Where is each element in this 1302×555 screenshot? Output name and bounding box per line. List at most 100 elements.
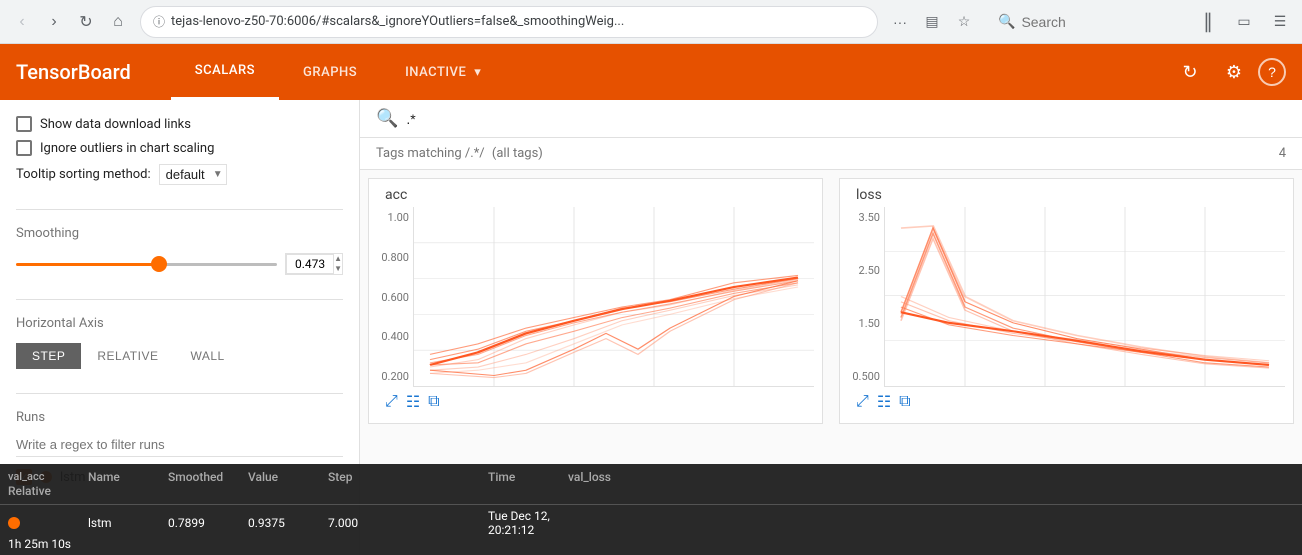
divider-1 [16,209,343,210]
tooltip-header: val_acc Name Smoothed Value Step Time va… [360,464,1302,505]
tag-filter-input[interactable] [406,111,1286,127]
chart-loss: loss 3.50 2.50 1.50 0.500 [839,178,1294,424]
chart-acc: acc 1.00 0.800 0.600 0.400 0.200 [368,178,823,424]
smoothing-up-button[interactable]: ▲ [334,254,342,264]
tags-matching-label: Tags matching /.*/ [376,146,485,161]
smoothing-section: Smoothing 0.473 ▲ ▼ [16,226,343,275]
chart-loss-expand-icon[interactable]: ⤢ [856,391,869,411]
chart-loss-plot[interactable] [884,207,1285,387]
y-loss-label-3: 0.500 [852,370,880,383]
split-view-icon[interactable]: ▭ [1230,8,1258,36]
chart-acc-svg [414,207,814,386]
refresh-button[interactable]: ↻ [1170,52,1210,92]
tensorboard-header: TensorBoard SCALARS GRAPHS INACTIVE ▾ ↻ … [0,44,1302,100]
tooltip-sorting-row: Tooltip sorting method: default ▼ [16,164,343,185]
smoothing-value-container: 0.473 ▲ ▼ [285,253,343,275]
nav-inactive-arrow: ▾ [474,65,481,80]
tooltip-overlay: val_acc Name Smoothed Value Step Time va… [360,464,1302,555]
show-download-checkbox-row[interactable]: Show data download links [16,116,343,132]
y-label-2: 0.600 [381,291,409,304]
nav-graphs[interactable]: GRAPHS [279,44,381,100]
search-icon: 🔍 [998,14,1015,30]
tooltip-select[interactable]: default [159,164,227,185]
ignore-outliers-checkbox-row[interactable]: Ignore outliers in chart scaling [16,140,343,156]
help-button[interactable]: ? [1258,58,1286,86]
chart-acc-zoom-icon[interactable]: ⧉ [428,391,439,411]
show-download-label: Show data download links [40,117,191,132]
axis-wall-button[interactable]: WALL [174,343,240,369]
smoothing-steppers: ▲ ▼ [334,254,342,273]
settings-button[interactable]: ⚙ [1214,52,1254,92]
tensorboard-logo: TensorBoard [16,60,131,84]
y-loss-label-1: 2.50 [859,264,880,277]
runs-title: Runs [16,410,343,425]
header-actions: ↻ ⚙ ? [1170,52,1286,92]
chart-acc-bottom: ⤢ ☷ ⧉ [377,387,814,415]
smoothing-slider-container: 0.473 ▲ ▼ [16,253,343,275]
lock-icon: ⓘ [153,13,165,30]
forward-button[interactable]: › [40,8,68,36]
chart-acc-area: 1.00 0.800 0.600 0.400 0.200 [377,207,814,387]
chart-acc-list-icon[interactable]: ☷ [406,392,420,411]
tooltip-col-step: Step [360,470,488,484]
ignore-outliers-checkbox[interactable] [16,140,32,156]
y-loss-label-0: 3.50 [859,211,880,224]
content-area: 🔍 Tags matching /.*/ (all tags) 4 acc 1.… [360,100,1302,555]
axis-title: Horizontal Axis [16,316,343,331]
smoothing-slider[interactable] [16,263,277,266]
ignore-outliers-label: Ignore outliers in chart scaling [40,141,214,156]
more-options-button[interactable]: ··· [886,8,914,36]
nav-scalars[interactable]: SCALARS [171,44,279,100]
axis-step-button[interactable]: STEP [16,343,81,369]
tooltip-step: 7.000 [360,516,488,530]
y-label-1: 0.800 [381,251,409,264]
runs-filter-input[interactable] [16,433,343,457]
display-options-section: Show data download links Ignore outliers… [16,116,343,185]
chart-loss-svg [885,207,1285,386]
nav-buttons: ‹ › ↻ ⌂ [8,8,132,36]
chart-loss-title: loss [848,187,1285,203]
chart-loss-area: 3.50 2.50 1.50 0.500 [848,207,1285,387]
chart-acc-title: acc [377,187,814,203]
back-button[interactable]: ‹ [8,8,36,36]
address-text: tejas-lenovo-z50-70:6006/#scalars&_ignor… [171,14,865,29]
nav-inactive[interactable]: INACTIVE ▾ [381,44,505,100]
search-bar-container: 🔍 [986,6,1186,38]
charts-grid: acc 1.00 0.800 0.600 0.400 0.200 [360,170,1302,432]
chart-loss-zoom-icon[interactable]: ⧉ [899,391,910,411]
chart-acc-y-axis: 1.00 0.800 0.600 0.400 0.200 [377,207,413,387]
chart-acc-expand-icon[interactable]: ⤢ [385,391,398,411]
tooltip-time: Tue Dec 12, 20:21:12 [488,509,568,537]
home-button[interactable]: ⌂ [104,8,132,36]
axis-buttons: STEP RELATIVE WALL [16,343,343,369]
tooltip-select-wrapper: default ▼ [159,164,227,185]
smoothing-title: Smoothing [16,226,343,241]
chart-acc-plot[interactable] [413,207,814,387]
y-label-4: 0.200 [381,370,409,383]
tags-all-label: (all tags) [492,146,543,161]
address-bar[interactable]: ⓘ tejas-lenovo-z50-70:6006/#scalars&_ign… [140,6,878,38]
chart-loss-list-icon[interactable]: ☷ [877,392,891,411]
y-label-3: 0.400 [381,330,409,343]
main-nav: SCALARS GRAPHS INACTIVE ▾ [171,44,506,100]
smoothing-value: 0.473 [286,254,334,274]
bookmark-manager-button[interactable]: ▤ [918,8,946,36]
filter-search-icon: 🔍 [376,108,398,129]
tooltip-data-row: lstm 0.7899 0.9375 7.000 Tue Dec 12, 20:… [360,505,1302,555]
divider-2 [16,299,343,300]
extensions-icon[interactable]: ∥ [1194,8,1222,36]
star-button[interactable]: ☆ [950,8,978,36]
chart-loss-actions: ⤢ ☷ ⧉ [848,387,919,415]
axis-relative-button[interactable]: RELATIVE [81,343,174,369]
filter-bar: 🔍 [360,100,1302,138]
tooltip-col-valloss: val_loss [568,470,648,484]
main-layout: Show data download links Ignore outliers… [0,100,1302,555]
nav-inactive-label: INACTIVE [405,65,466,80]
axis-section: Horizontal Axis STEP RELATIVE WALL [16,316,343,369]
reload-button[interactable]: ↻ [72,8,100,36]
browser-actions: ··· ▤ ☆ [886,8,978,36]
search-input[interactable] [1021,14,1161,30]
show-download-checkbox[interactable] [16,116,32,132]
menu-icon[interactable]: ☰ [1266,8,1294,36]
smoothing-down-button[interactable]: ▼ [334,264,342,274]
